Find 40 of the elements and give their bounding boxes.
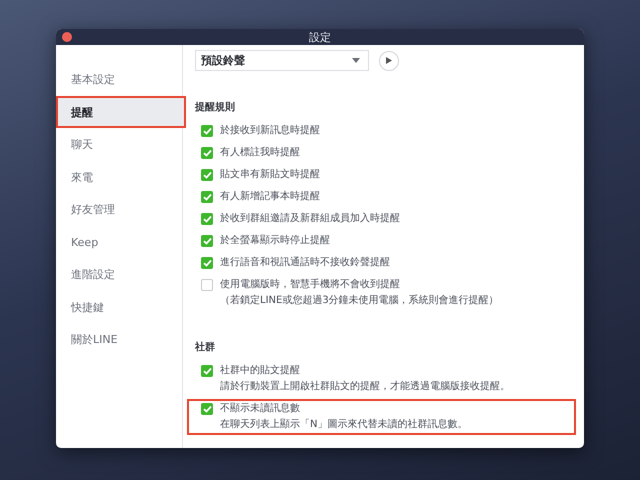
checkbox[interactable] bbox=[201, 147, 213, 159]
section-heading: 社群 bbox=[195, 341, 216, 355]
sidebar-item[interactable]: 快捷鍵 bbox=[56, 290, 182, 323]
checkbox[interactable] bbox=[201, 403, 213, 415]
checkbox[interactable] bbox=[201, 279, 213, 291]
option-label: 有人標註我時提醒 bbox=[220, 146, 300, 160]
section-heading: 提醒規則 bbox=[195, 101, 236, 115]
option-label: 使用電腦版時，智慧手機將不會收到提醒 bbox=[220, 278, 401, 292]
sidebar-item[interactable]: 好友管理 bbox=[56, 193, 182, 226]
checkbox[interactable] bbox=[201, 191, 213, 203]
checkbox[interactable] bbox=[201, 125, 213, 137]
checkbox[interactable] bbox=[201, 365, 213, 377]
option-label: 社群中的貼文提醒 bbox=[220, 364, 301, 378]
sidebar-item[interactable]: 聊天 bbox=[56, 128, 182, 160]
checkbox[interactable] bbox=[201, 213, 213, 225]
play-icon bbox=[386, 57, 392, 64]
sidebar-item[interactable]: 進階設定 bbox=[56, 258, 182, 290]
caret-icon bbox=[352, 58, 360, 63]
play-button[interactable] bbox=[379, 50, 399, 70]
option-label: 貼文串有新貼文時提醒 bbox=[220, 168, 320, 182]
sidebar-item[interactable]: 關於LINE bbox=[56, 323, 182, 356]
option-label: 於全螢幕顯示時停止提醒 bbox=[220, 234, 330, 248]
close-button[interactable] bbox=[62, 32, 72, 42]
window-title: 設定 bbox=[309, 30, 331, 44]
sidebar-item[interactable]: 提醒 bbox=[56, 96, 186, 128]
option-note: 在聊天列表上顯示「N」圖示來代替未讀的社群訊息數。 bbox=[220, 418, 468, 432]
checkbox[interactable] bbox=[201, 235, 213, 247]
sidebar-item[interactable]: 基本設定 bbox=[56, 63, 182, 96]
checkbox[interactable] bbox=[201, 169, 213, 181]
checkbox[interactable] bbox=[201, 257, 213, 269]
option-note: （若鎖定LINE或您超過3分鐘未使用電腦，系統則會進行提醒） bbox=[220, 294, 499, 308]
option-label: 於收到群組邀請及新群組成員加入時提醒 bbox=[220, 212, 400, 226]
option-label: 有人新增記事本時提醒 bbox=[220, 190, 320, 204]
option-label: 進行語音和視訊通話時不接收鈴聲提醒 bbox=[220, 256, 390, 270]
option-label: 於接收到新訊息時提醒 bbox=[220, 124, 320, 138]
sidebar-item[interactable]: Keep bbox=[56, 226, 182, 258]
ringtone-dropdown[interactable]: 預設鈴聲 bbox=[195, 50, 369, 71]
option-label: 不顯示未讀訊息數 bbox=[220, 402, 301, 416]
option-note: 請於行動裝置上開啟社群貼文的提醒，才能透過電腦版接收提醒。 bbox=[220, 380, 510, 394]
sidebar-item[interactable]: 來電 bbox=[56, 160, 182, 193]
